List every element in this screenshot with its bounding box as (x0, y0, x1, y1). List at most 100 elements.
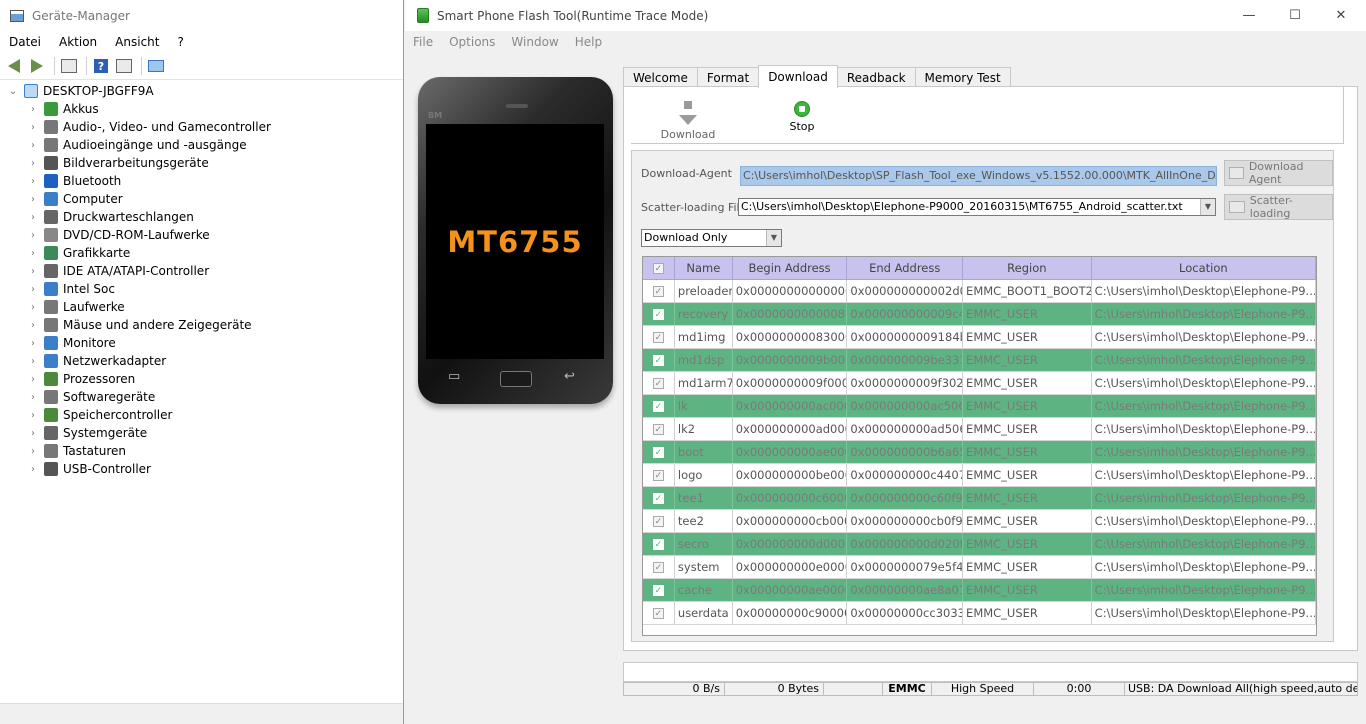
properties-view-button[interactable] (59, 56, 79, 76)
stop-button[interactable]: Stop (770, 101, 834, 133)
menu-aktion[interactable]: Aktion (50, 35, 106, 49)
chevron-right-icon[interactable]: › (26, 158, 40, 169)
tree-item[interactable]: › Monitore (0, 334, 403, 352)
cell-checkbox[interactable]: ✓ (643, 464, 675, 486)
header-begin-address[interactable]: Begin Address (733, 257, 848, 279)
tab-format[interactable]: Format (696, 67, 760, 88)
row-checkbox[interactable]: ✓ (652, 285, 664, 297)
chevron-right-icon[interactable]: › (26, 428, 40, 439)
tree-item[interactable]: › Computer (0, 190, 403, 208)
tab-memory-test[interactable]: Memory Test (914, 67, 1011, 88)
tree-root[interactable]: ⌄ DESKTOP-JBGFF9A (0, 82, 403, 100)
tree-item[interactable]: › Laufwerke (0, 298, 403, 316)
table-row[interactable]: ✓ logo0x000000000be000000x000000000c4407a… (643, 464, 1316, 487)
tab-download[interactable]: Download (758, 65, 838, 88)
chevron-right-icon[interactable]: › (26, 464, 40, 475)
download-agent-field[interactable]: C:\Users\imhol\Desktop\SP_Flash_Tool_exe… (740, 166, 1217, 186)
cell-checkbox[interactable]: ✓ (643, 579, 675, 601)
menu-file[interactable]: File (405, 35, 441, 49)
scatter-file-combo[interactable]: C:\Users\imhol\Desktop\Elephone-P9000_20… (738, 198, 1216, 216)
chevron-right-icon[interactable]: › (26, 392, 40, 403)
scatter-loading-button[interactable]: Scatter-loading (1224, 194, 1333, 220)
cell-checkbox[interactable]: ✓ (643, 533, 675, 555)
select-all-cell[interactable]: ✓ (643, 257, 675, 279)
menu-datei[interactable]: Datei (0, 35, 50, 49)
close-button[interactable]: ✕ (1318, 0, 1364, 31)
table-row[interactable]: ✓ lk0x000000000ac000000x000000000ac506cfE… (643, 395, 1316, 418)
table-row[interactable]: ✓ md1img0x00000000083000000x0000000009184… (643, 326, 1316, 349)
chevron-right-icon[interactable]: › (26, 176, 40, 187)
cell-checkbox[interactable]: ✓ (643, 303, 675, 325)
tree-item[interactable]: › USB-Controller (0, 460, 403, 478)
tree-item[interactable]: › Speichercontroller (0, 406, 403, 424)
back-button[interactable] (4, 56, 24, 76)
tree-item[interactable]: › Prozessoren (0, 370, 403, 388)
tab-readback[interactable]: Readback (836, 67, 916, 88)
chevron-right-icon[interactable]: › (26, 212, 40, 223)
chevron-right-icon[interactable]: › (26, 140, 40, 151)
menu-help[interactable]: Help (567, 35, 610, 49)
help-button[interactable]: ? (91, 56, 111, 76)
header-location[interactable]: Location (1092, 257, 1316, 279)
chevron-right-icon[interactable]: › (26, 338, 40, 349)
menu-help[interactable]: ? (168, 35, 192, 49)
tree-item[interactable]: › Tastaturen (0, 442, 403, 460)
table-row[interactable]: ✓ tee10x000000000c6000000x000000000c60f9f… (643, 487, 1316, 510)
chevron-right-icon[interactable]: › (26, 266, 40, 277)
row-checkbox[interactable]: ✓ (652, 469, 664, 481)
row-checkbox[interactable]: ✓ (652, 538, 664, 550)
table-row[interactable]: ✓ cache0x00000000ae0000000x00000000ae8a01… (643, 579, 1316, 602)
download-agent-button[interactable]: Download Agent (1224, 160, 1333, 186)
row-checkbox[interactable]: ✓ (652, 584, 664, 596)
chevron-down-icon[interactable]: ▼ (1200, 199, 1215, 215)
header-end-address[interactable]: End Address (847, 257, 964, 279)
menu-window[interactable]: Window (503, 35, 566, 49)
tree-item[interactable]: › Bluetooth (0, 172, 403, 190)
tree-item[interactable]: › Audio-, Video- und Gamecontroller (0, 118, 403, 136)
cell-checkbox[interactable]: ✓ (643, 602, 675, 624)
chevron-right-icon[interactable]: › (26, 248, 40, 259)
cell-checkbox[interactable]: ✓ (643, 372, 675, 394)
table-row[interactable]: ✓ boot0x000000000ae000000x000000000b6a652… (643, 441, 1316, 464)
maximize-button[interactable]: ☐ (1272, 0, 1318, 31)
chevron-right-icon[interactable]: › (26, 284, 40, 295)
forward-button[interactable] (27, 56, 47, 76)
chevron-down-icon[interactable]: ⌄ (6, 86, 20, 97)
tree-item[interactable]: › Akkus (0, 100, 403, 118)
chevron-right-icon[interactable]: › (26, 302, 40, 313)
row-checkbox[interactable]: ✓ (652, 423, 664, 435)
tree-item[interactable]: › Softwaregeräte (0, 388, 403, 406)
chevron-right-icon[interactable]: › (26, 374, 40, 385)
table-row[interactable]: ✓ tee20x000000000cb000000x000000000cb0f9f… (643, 510, 1316, 533)
cell-checkbox[interactable]: ✓ (643, 510, 675, 532)
chevron-down-icon[interactable]: ▼ (766, 230, 781, 246)
table-row[interactable]: ✓ preloader0x00000000000000000x0000000000… (643, 280, 1316, 303)
row-checkbox[interactable]: ✓ (652, 331, 664, 343)
row-checkbox[interactable]: ✓ (652, 308, 664, 320)
menu-ansicht[interactable]: Ansicht (106, 35, 168, 49)
header-name[interactable]: Name (675, 257, 733, 279)
chevron-right-icon[interactable]: › (26, 320, 40, 331)
tree-item[interactable]: › Systemgeräte (0, 424, 403, 442)
download-button[interactable]: Download (656, 101, 720, 141)
cell-checkbox[interactable]: ✓ (643, 395, 675, 417)
device-manager-titlebar[interactable]: Geräte-Manager (0, 0, 403, 31)
tree-item[interactable]: › Intel Soc (0, 280, 403, 298)
tree-item[interactable]: › Audioeingänge und -ausgänge (0, 136, 403, 154)
download-mode-select[interactable]: Download Only ▼ (641, 229, 782, 247)
tree-item[interactable]: › Grafikkarte (0, 244, 403, 262)
cell-checkbox[interactable]: ✓ (643, 487, 675, 509)
cell-checkbox[interactable]: ✓ (643, 326, 675, 348)
table-row[interactable]: ✓ md1arm70x0000000009f000000x0000000009f3… (643, 372, 1316, 395)
row-checkbox[interactable]: ✓ (652, 446, 664, 458)
table-row[interactable]: ✓ md1dsp0x0000000009b000000x000000009be33… (643, 349, 1316, 372)
table-row[interactable]: ✓ userdata0x00000000c90000000x00000000cc3… (643, 602, 1316, 625)
select-all-checkbox[interactable]: ✓ (652, 262, 664, 274)
tree-item[interactable]: › Mäuse und andere Zeigegeräte (0, 316, 403, 334)
table-row[interactable]: ✓ system0x000000000e0000000x0000000079e5f… (643, 556, 1316, 579)
tab-welcome[interactable]: Welcome (623, 67, 698, 88)
row-checkbox[interactable]: ✓ (652, 377, 664, 389)
chevron-right-icon[interactable]: › (26, 122, 40, 133)
flash-tool-titlebar[interactable]: Smart Phone Flash Tool(Runtime Trace Mod… (405, 0, 1366, 31)
chevron-right-icon[interactable]: › (26, 356, 40, 367)
